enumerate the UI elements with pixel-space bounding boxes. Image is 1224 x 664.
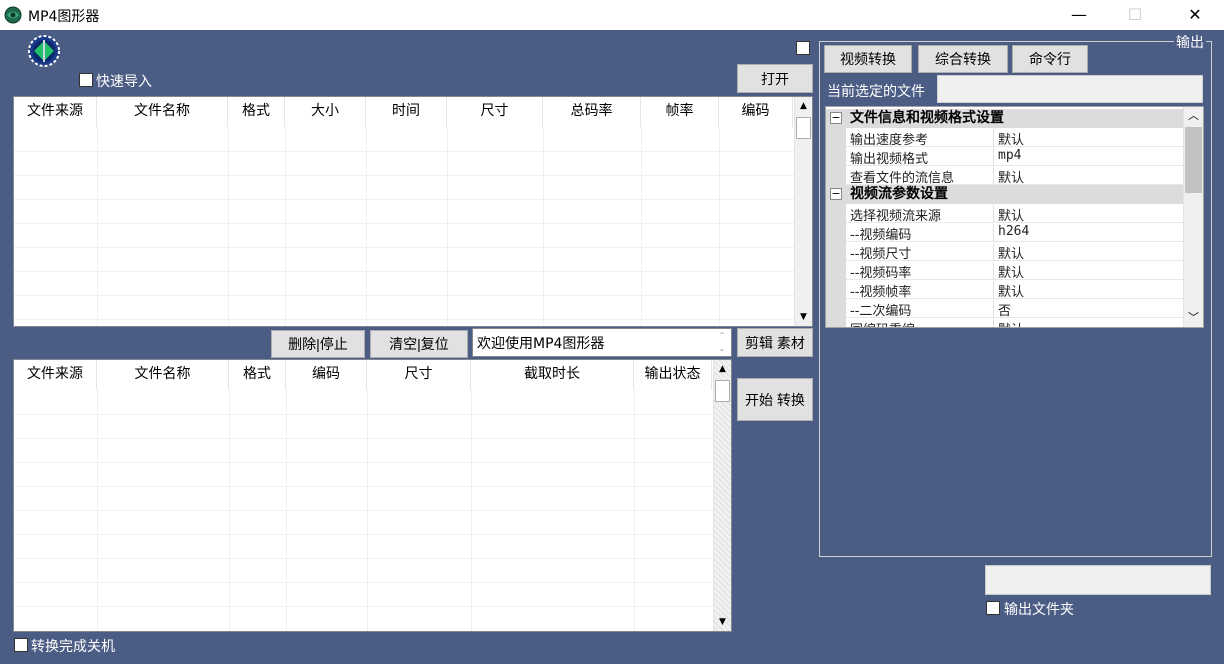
settings-property-grid[interactable]: − 文件信息和视频格式设置 输出速度参考 默认 输出视频格式 mp4 查看文件的…	[825, 106, 1204, 328]
delete-stop-button[interactable]: 删除|停止	[271, 330, 365, 358]
scroll-down-icon[interactable]: ▼	[714, 613, 731, 631]
clip-material-button[interactable]: 剪辑 素材	[737, 328, 813, 357]
main-client-area: 快速导入 打开 文件来源 文件名称 格式 大小 时间 尺寸 总码率 帧率 编码	[0, 30, 1224, 664]
property-row[interactable]: --视频尺寸 默认	[826, 242, 1184, 262]
start-convert-button[interactable]: 开始 转换	[737, 378, 813, 421]
quick-import-checkbox[interactable]	[79, 73, 93, 87]
output-table-header: 文件来源 文件名称 格式 编码 尺寸 截取时长 输出状态	[14, 360, 712, 390]
open-button[interactable]: 打开	[737, 64, 813, 93]
column-header[interactable]: 帧率	[641, 97, 719, 127]
logo-icon	[28, 35, 60, 67]
scroll-down-icon[interactable]: ▼	[795, 308, 812, 326]
property-grid-scrollbar[interactable]: ︿ ﹀	[1183, 107, 1203, 327]
top-option-checkbox[interactable]	[796, 41, 810, 55]
property-row[interactable]: --视频码率 默认	[826, 261, 1184, 281]
output-table-scrollbar[interactable]: ▲ ▼	[713, 360, 731, 631]
status-message-box[interactable]: 欢迎使用MP4图形器 ⌃ ⌄	[472, 328, 732, 357]
property-row[interactable]: 查看文件的流信息 默认	[826, 166, 1184, 186]
scroll-thumb[interactable]	[1185, 127, 1202, 193]
property-row[interactable]: 输出速度参考 默认	[826, 128, 1184, 148]
scroll-up-icon[interactable]: ︿	[1184, 107, 1203, 125]
column-header[interactable]: 尺寸	[447, 97, 543, 127]
column-header[interactable]: 编码	[719, 97, 793, 127]
scroll-thumb[interactable]	[715, 380, 730, 402]
column-header[interactable]: 文件名称	[97, 360, 229, 390]
tab-video-convert[interactable]: 视频转换	[824, 45, 912, 73]
column-header[interactable]: 格式	[229, 360, 286, 390]
column-header[interactable]: 输出状态	[634, 360, 712, 390]
scroll-thumb[interactable]	[796, 117, 811, 139]
column-header[interactable]: 文件名称	[97, 97, 228, 127]
close-button[interactable]: ✕	[1172, 2, 1218, 28]
maximize-button[interactable]: ☐	[1112, 2, 1158, 28]
status-spin-icon[interactable]: ⌃ ⌄	[713, 329, 731, 356]
property-row[interactable]: --二次编码 否	[826, 299, 1184, 319]
shutdown-after-convert-label: 转换完成关机	[31, 639, 115, 655]
column-header[interactable]: 编码	[286, 360, 367, 390]
column-header[interactable]: 文件来源	[14, 360, 97, 390]
app-icon	[4, 6, 22, 24]
scroll-up-icon[interactable]: ▲	[795, 97, 812, 115]
output-folder-checkbox[interactable]	[986, 601, 1000, 615]
tab-combined-convert[interactable]: 综合转换	[918, 45, 1008, 73]
column-header[interactable]: 大小	[285, 97, 366, 127]
minimize-button[interactable]: —	[1056, 2, 1102, 28]
property-row[interactable]: 选择视频流来源 默认	[826, 204, 1184, 224]
category-file-info[interactable]: − 文件信息和视频格式设置	[826, 109, 1184, 128]
window-title: MP4图形器	[28, 9, 100, 25]
property-row[interactable]: 同编码重编 默认	[826, 318, 1184, 327]
collapse-icon[interactable]: −	[830, 112, 842, 124]
column-header[interactable]: 格式	[228, 97, 285, 127]
output-folder-label: 输出文件夹	[1004, 602, 1074, 618]
source-file-table[interactable]: 文件来源 文件名称 格式 大小 时间 尺寸 总码率 帧率 编码 ▲ ▼	[13, 96, 813, 327]
shutdown-after-convert-checkbox[interactable]	[14, 638, 28, 652]
source-table-body[interactable]	[14, 127, 794, 326]
tab-command-line[interactable]: 命令行	[1012, 45, 1088, 73]
column-header[interactable]: 截取时长	[471, 360, 634, 390]
property-row[interactable]: --视频帧率 默认	[826, 280, 1184, 300]
current-file-label: 当前选定的文件	[827, 84, 925, 100]
output-group-label: 输出	[1174, 32, 1206, 52]
current-file-field[interactable]	[937, 75, 1203, 103]
status-message-text: 欢迎使用MP4图形器	[477, 336, 605, 352]
output-folder-field[interactable]	[985, 565, 1211, 595]
scroll-down-icon[interactable]: ﹀	[1184, 309, 1203, 327]
property-row[interactable]: 输出视频格式 mp4	[826, 147, 1184, 167]
source-table-scrollbar[interactable]: ▲ ▼	[794, 97, 812, 326]
output-task-table[interactable]: 文件来源 文件名称 格式 编码 尺寸 截取时长 输出状态 ▲ ▼	[13, 359, 732, 632]
quick-import-label: 快速导入	[96, 74, 152, 90]
source-table-header: 文件来源 文件名称 格式 大小 时间 尺寸 总码率 帧率 编码	[14, 97, 793, 127]
clear-reset-button[interactable]: 清空|复位	[370, 330, 468, 358]
category-video-stream[interactable]: − 视频流参数设置	[826, 185, 1184, 204]
column-header[interactable]: 文件来源	[14, 97, 97, 127]
output-table-body[interactable]	[14, 390, 713, 631]
column-header[interactable]: 时间	[366, 97, 447, 127]
title-bar: MP4图形器 — ☐ ✕	[0, 0, 1224, 30]
column-header[interactable]: 尺寸	[367, 360, 471, 390]
column-header[interactable]: 总码率	[543, 97, 641, 127]
property-row[interactable]: --视频编码 h264	[826, 223, 1184, 243]
collapse-icon[interactable]: −	[830, 188, 842, 200]
scroll-up-icon[interactable]: ▲	[714, 360, 731, 378]
